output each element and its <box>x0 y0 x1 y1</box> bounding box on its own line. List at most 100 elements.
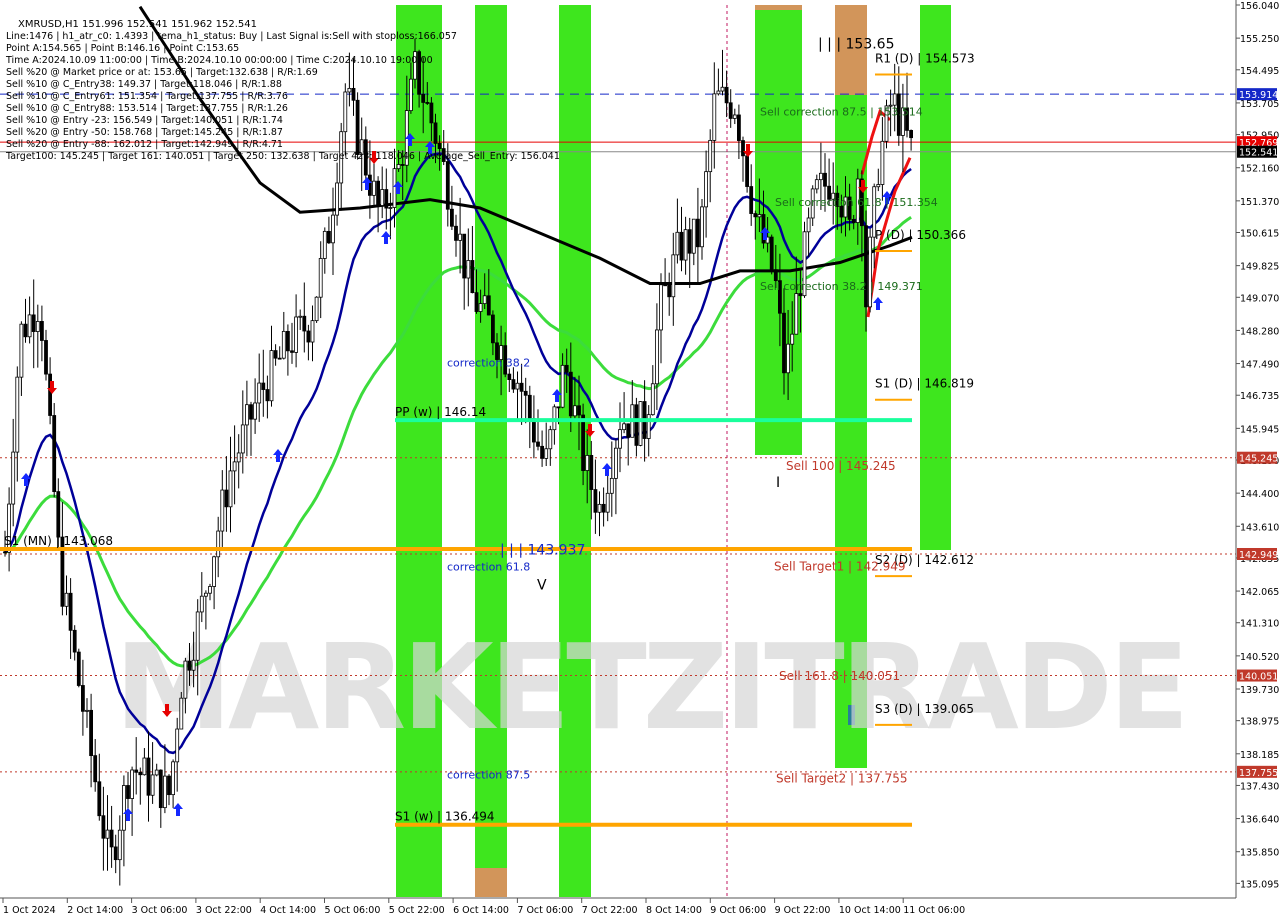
candle-body <box>85 709 89 712</box>
candle-body <box>331 214 335 244</box>
candle-body <box>478 303 483 312</box>
info-line: Sell %20 @ Entry -50: 158.768 | Target:1… <box>6 127 283 138</box>
candle-body <box>568 371 573 417</box>
annotation-label: Sell Target1 | 142.949 <box>774 560 906 574</box>
candle-body <box>384 189 389 209</box>
candle-body <box>696 218 700 248</box>
y-tick-label: 146.735 <box>1240 391 1279 402</box>
candle-body <box>109 829 114 848</box>
candle-body <box>167 775 171 796</box>
candle-body <box>720 86 725 92</box>
y-tick-label: 137.430 <box>1240 781 1279 792</box>
candle-body <box>757 214 762 218</box>
candle-body <box>593 489 598 513</box>
candle-body <box>556 406 561 409</box>
candle-body <box>421 93 426 103</box>
x-tick-label: 2 Oct 14:00 <box>67 905 123 916</box>
candle-body <box>343 91 348 133</box>
annotation-label: V <box>537 578 547 594</box>
candle-body <box>212 556 217 587</box>
pivot-label: P (D) | 150.366 <box>875 228 966 242</box>
chart-background <box>0 0 1280 920</box>
candle-body <box>216 530 221 558</box>
candle-body <box>655 329 659 385</box>
candle-body <box>511 379 516 390</box>
y-tick-label: 142.065 <box>1240 587 1279 598</box>
candle-body <box>724 86 729 104</box>
candle-body <box>146 757 151 796</box>
candle-body <box>490 314 495 344</box>
x-tick-label: 4 Oct 14:00 <box>260 905 316 916</box>
candle-body <box>228 470 233 508</box>
annotation-label: correction 61.8 <box>447 561 530 574</box>
candle-body <box>691 218 696 254</box>
info-line: Sell %10 @ C_Entry88: 153.514 | Target:1… <box>6 103 288 114</box>
candle-body <box>257 382 262 404</box>
candle-body <box>880 140 885 185</box>
candle-body <box>351 87 356 101</box>
pivot-label: R1 (D) | 154.573 <box>875 52 975 66</box>
pivot-label: S3 (D) | 139.065 <box>875 702 974 716</box>
candle-body <box>15 376 20 453</box>
y-tick-label: 141.310 <box>1240 619 1279 630</box>
signal-zone <box>475 868 507 897</box>
info-line: Sell %20 @ Market price or at: 153.65 | … <box>6 67 318 78</box>
candle-body <box>597 503 602 513</box>
candle-body <box>236 452 241 463</box>
candle-body <box>634 404 639 446</box>
price-badge-label: 145.245 <box>1239 454 1278 465</box>
candle-body <box>806 217 811 233</box>
candle-body <box>700 206 704 248</box>
candle-body <box>44 340 48 375</box>
candle-body <box>335 182 340 216</box>
candle-body <box>220 489 225 532</box>
candle-body <box>782 312 786 374</box>
candle-body <box>622 423 626 431</box>
candle-body <box>454 225 458 241</box>
annotation-label: Sell Target2 | 137.755 <box>776 772 908 786</box>
candle-body <box>523 390 528 396</box>
candle-body <box>585 455 590 471</box>
candle-body <box>687 229 692 254</box>
chart-root: MARKETZITRADE S1 (MN) | 143.068 PP (w) | … <box>0 0 1280 920</box>
candle-body <box>659 284 663 331</box>
candle-body <box>93 755 98 783</box>
candle-body <box>199 595 204 613</box>
candle-body <box>458 233 463 241</box>
annotation-label: correction 38.2 <box>447 356 530 369</box>
candle-body <box>11 451 16 505</box>
info-line: Sell %10 @ C_Entry61: 151.354 | Target:1… <box>6 91 288 102</box>
candle-body <box>158 769 163 809</box>
candle-body <box>486 295 491 316</box>
x-tick-label: 10 Oct 14:00 <box>839 905 901 916</box>
candle-body <box>437 143 442 149</box>
candle-body <box>224 489 229 508</box>
candle-body <box>614 447 618 479</box>
candle-body <box>408 78 413 112</box>
candle-body <box>564 364 569 373</box>
candle-body <box>101 815 106 839</box>
candle-body <box>281 330 286 359</box>
candle-body <box>790 333 795 345</box>
candle-body <box>679 231 684 261</box>
price-badge-label: 142.949 <box>1239 550 1278 561</box>
candle-body <box>671 254 676 298</box>
y-tick-label: 143.610 <box>1240 522 1279 533</box>
candle-body <box>663 284 667 287</box>
candle-body <box>56 491 61 538</box>
candle-body <box>306 330 311 343</box>
y-tick-label: 154.495 <box>1240 66 1279 77</box>
candle-body <box>749 186 754 214</box>
candle-body <box>302 315 307 332</box>
candle-body <box>154 769 159 776</box>
candle-body <box>814 179 819 190</box>
info-line: Line:1476 | h1_atr_c0: 1.4393 | tema_h1_… <box>6 31 457 42</box>
candle-body <box>191 659 196 671</box>
candle-body <box>786 343 790 374</box>
candle-body <box>187 660 192 671</box>
y-tick-label: 136.640 <box>1240 815 1279 826</box>
candle-body <box>466 260 471 279</box>
candle-body <box>76 651 81 686</box>
y-tick-label: 149.070 <box>1240 293 1279 304</box>
candle-body <box>171 761 176 796</box>
